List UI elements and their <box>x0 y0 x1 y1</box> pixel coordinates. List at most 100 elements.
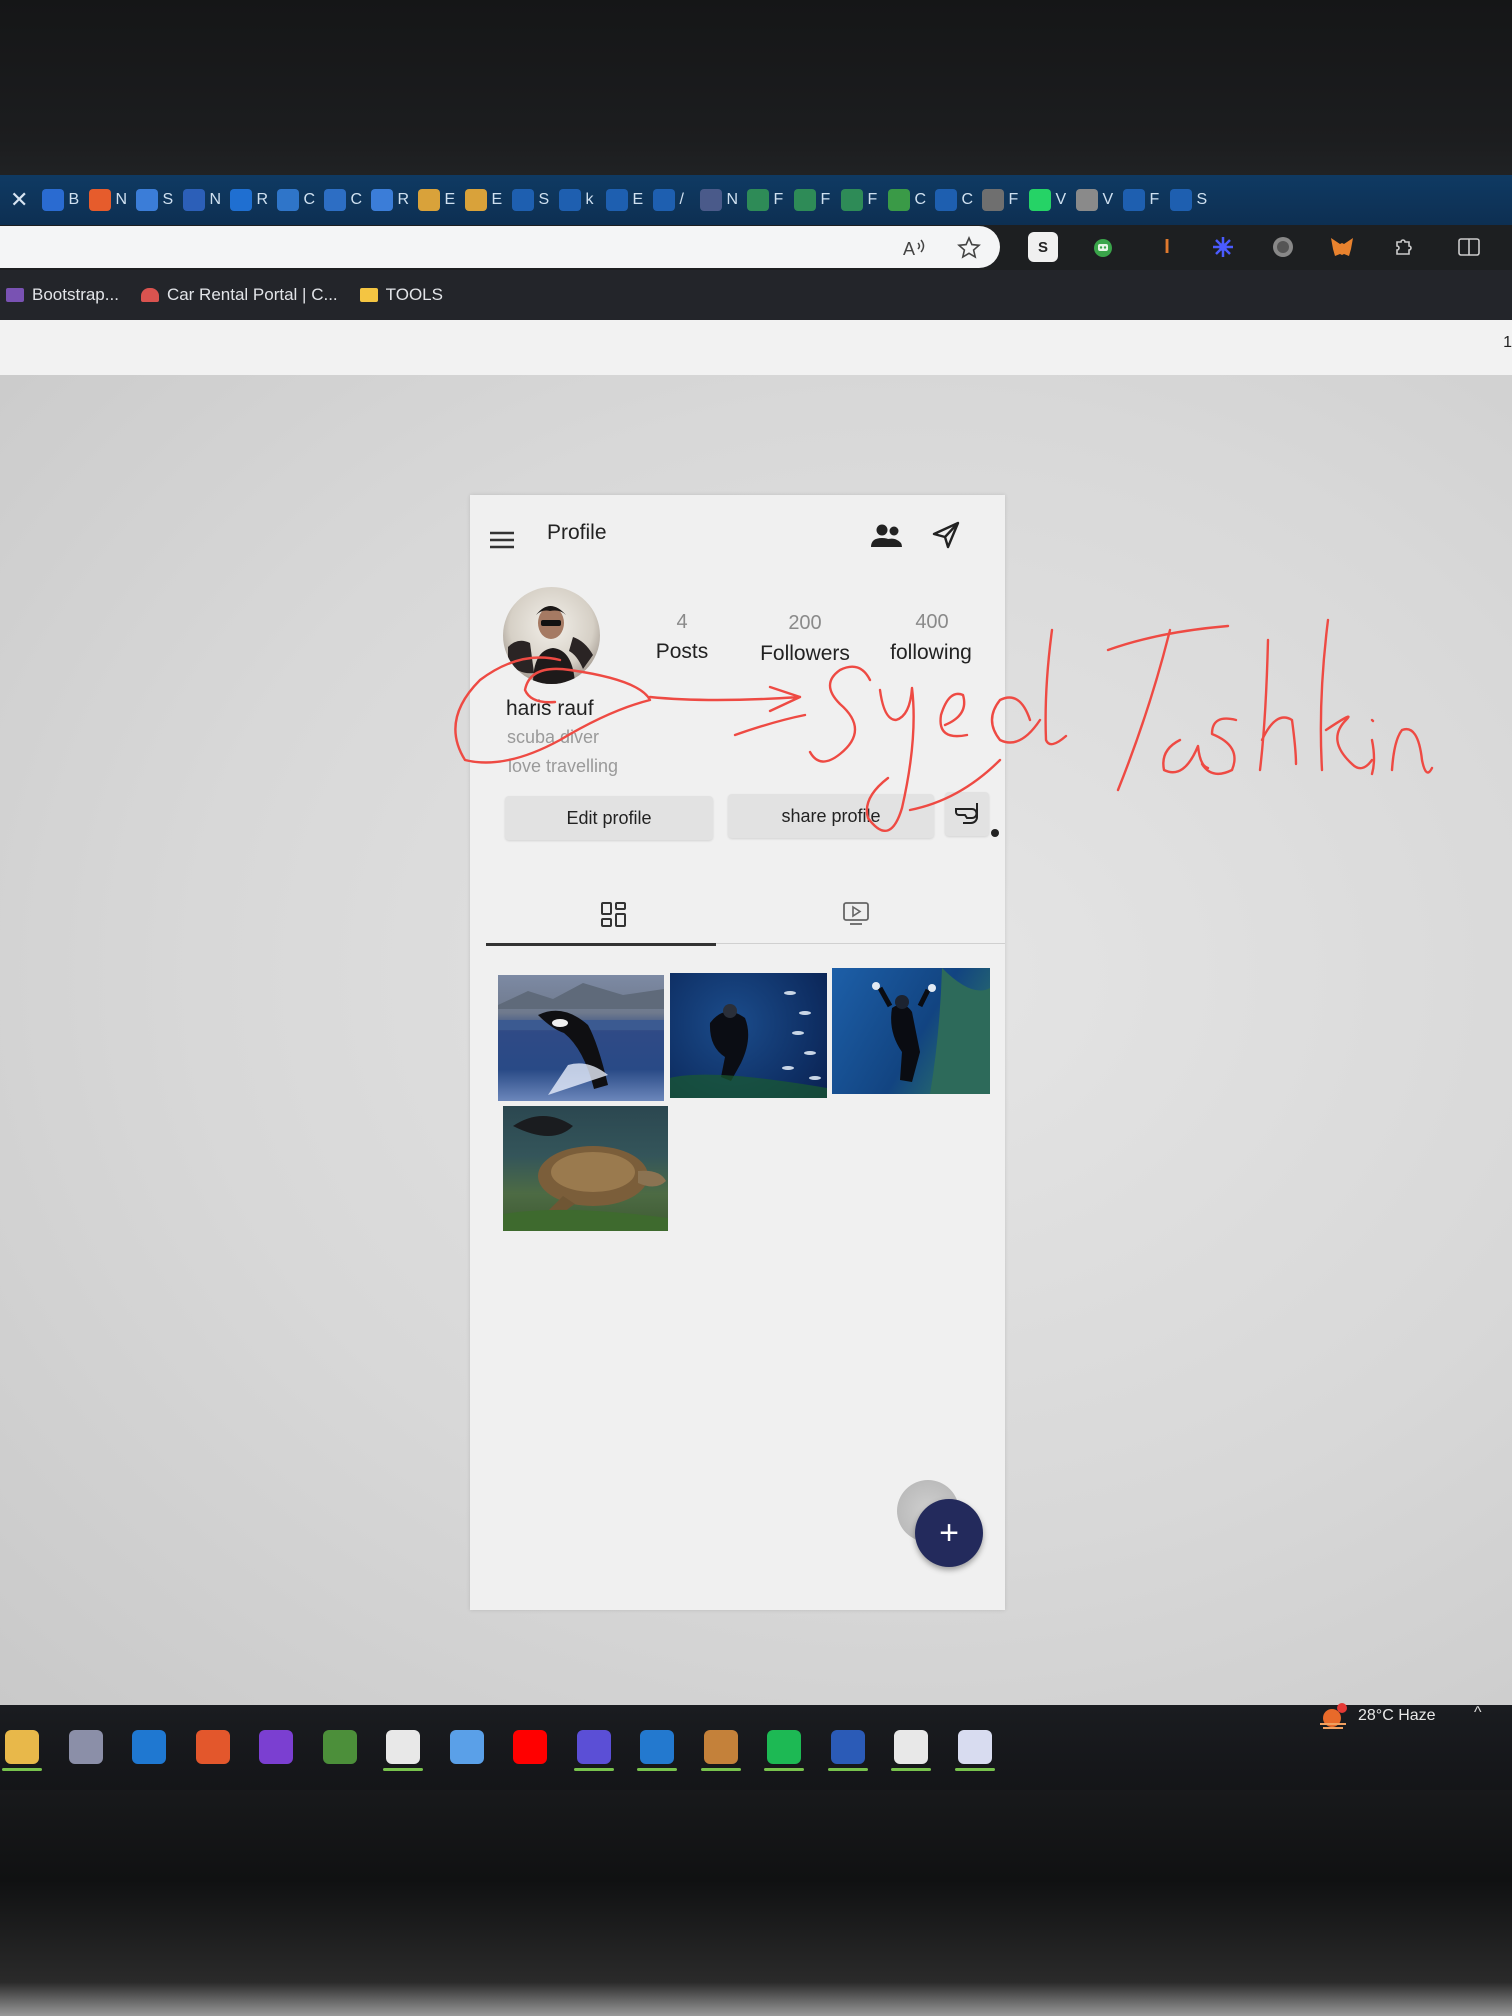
mail-icon[interactable] <box>132 1730 166 1764</box>
xcode-icon[interactable] <box>957 1730 992 1764</box>
taskbar-running-indicator <box>891 1768 931 1771</box>
bookmark-bootstrap[interactable]: Bootstrap... <box>6 285 119 305</box>
bookmark-label: Bootstrap... <box>32 285 119 304</box>
video-icon[interactable] <box>842 901 870 927</box>
tab-title: V <box>1102 191 1114 208</box>
tab-favicon-icon <box>183 189 206 211</box>
puzzle-extensions-icon[interactable] <box>1388 232 1418 262</box>
bookmark-label: Car Rental Portal | C... <box>166 285 338 304</box>
browser-tab[interactable]: C <box>935 185 973 215</box>
send-icon[interactable] <box>931 520 961 550</box>
browser-tab[interactable]: C <box>888 185 926 215</box>
bookmark-tools-folder[interactable]: TOOLS <box>359 285 443 305</box>
tab-title: C <box>303 191 315 208</box>
orca-photo <box>498 983 664 1095</box>
tab-favicon-icon <box>653 189 676 211</box>
browser-tab[interactable]: F <box>747 185 785 215</box>
browser-tab[interactable]: S <box>512 185 550 215</box>
add-post-button[interactable]: + <box>915 1499 983 1567</box>
cursor-extension-icon[interactable]: I <box>1152 232 1182 262</box>
tab-favicon-icon <box>982 189 1005 211</box>
avatar[interactable] <box>503 587 600 684</box>
tab-title: C <box>350 191 362 208</box>
paint-icon[interactable] <box>322 1730 357 1764</box>
browser-tab[interactable]: k <box>559 185 597 215</box>
browser-tab[interactable]: N <box>700 185 738 215</box>
tab-favicon-icon <box>230 189 253 211</box>
browser-tab[interactable]: V <box>1076 185 1114 215</box>
close-tab-icon[interactable]: ✕ <box>10 187 28 213</box>
vscode-icon[interactable] <box>640 1730 674 1764</box>
share-profile-button[interactable]: share profile <box>728 794 934 838</box>
edit-profile-button[interactable]: Edit profile <box>505 796 713 840</box>
browser-tab[interactable]: B <box>42 185 80 215</box>
metamask-icon[interactable] <box>1327 232 1357 262</box>
menu-icon[interactable] <box>489 530 515 550</box>
browser-tab[interactable]: F <box>841 185 879 215</box>
browser-tab[interactable]: F <box>1123 185 1161 215</box>
browser-tab[interactable]: N <box>89 185 127 215</box>
azure-icon[interactable] <box>576 1730 611 1764</box>
tab-title: S <box>162 191 174 208</box>
gear-extension-icon[interactable] <box>1208 232 1238 262</box>
tab-favicon-icon <box>747 189 770 211</box>
browser-tab[interactable]: / <box>653 185 691 215</box>
post-thumbnail[interactable] <box>670 973 827 1098</box>
store-icon[interactable] <box>68 1730 103 1764</box>
profile-bio-line: scuba diver <box>507 727 600 747</box>
chevron-up-icon[interactable]: ^ <box>1474 1704 1482 1722</box>
weather-haze-icon[interactable] <box>1318 1702 1348 1730</box>
bookmark-car-rental[interactable]: Car Rental Portal | C... <box>140 285 338 305</box>
browser-tab[interactable]: E <box>418 185 456 215</box>
s-extension-icon[interactable]: S <box>1028 232 1058 262</box>
xampp-icon[interactable] <box>195 1730 230 1764</box>
snipping-icon[interactable] <box>449 1730 484 1764</box>
favorite-star-icon[interactable] <box>955 234 983 262</box>
browser-tab[interactable]: C <box>324 185 362 215</box>
snorkel-button[interactable] <box>945 792 989 836</box>
circle-extension-icon[interactable] <box>1268 232 1298 262</box>
post-thumbnail[interactable] <box>503 1106 668 1231</box>
taskbar-running-indicator <box>764 1768 804 1771</box>
taskbar-running-indicator <box>383 1768 423 1771</box>
browser-tab[interactable]: S <box>136 185 174 215</box>
monitor-bezel-bottom <box>0 1790 1512 2016</box>
chrome-icon[interactable] <box>386 1730 420 1764</box>
robot-extension-icon[interactable] <box>1088 232 1118 262</box>
tab-title: B <box>68 191 80 208</box>
post-thumbnail[interactable] <box>498 975 664 1101</box>
box-icon[interactable] <box>703 1730 738 1764</box>
browser-tab[interactable]: F <box>982 185 1020 215</box>
browser-tab[interactable]: R <box>230 185 268 215</box>
tab-title: N <box>115 191 127 208</box>
browser-tab[interactable]: E <box>606 185 644 215</box>
browser-tab[interactable]: C <box>277 185 315 215</box>
browser-tab[interactable]: N <box>183 185 221 215</box>
people-icon[interactable] <box>870 522 904 550</box>
tab-title: N <box>209 191 221 208</box>
browser-tab[interactable]: E <box>465 185 503 215</box>
youtube-icon[interactable] <box>513 1730 547 1764</box>
read-aloud-icon[interactable]: A <box>900 234 928 262</box>
split-screen-icon[interactable] <box>1454 232 1484 262</box>
tab-favicon-icon <box>465 189 488 211</box>
spotify-icon[interactable] <box>767 1730 801 1764</box>
browser-tab[interactable]: F <box>794 185 832 215</box>
post-thumbnail[interactable] <box>832 968 990 1094</box>
grid-icon[interactable] <box>600 901 628 929</box>
visual-studio-icon[interactable] <box>259 1730 293 1764</box>
word-icon[interactable] <box>830 1730 865 1764</box>
browser-tab[interactable]: R <box>371 185 409 215</box>
snorkel-icon <box>955 803 978 824</box>
address-bar[interactable] <box>0 226 1000 268</box>
browser-tab[interactable]: S <box>1170 185 1208 215</box>
file-explorer-icon[interactable] <box>5 1730 39 1764</box>
tab-favicon-icon <box>371 189 394 211</box>
browser-tab[interactable]: V <box>1029 185 1067 215</box>
page-top-strip <box>0 320 1512 375</box>
taskbar-running-indicator <box>700 1768 741 1771</box>
tab-title: C <box>914 191 926 208</box>
tab-favicon-icon <box>841 189 864 211</box>
chrome-alt-icon[interactable] <box>894 1730 928 1764</box>
svg-text:A: A <box>903 239 915 259</box>
